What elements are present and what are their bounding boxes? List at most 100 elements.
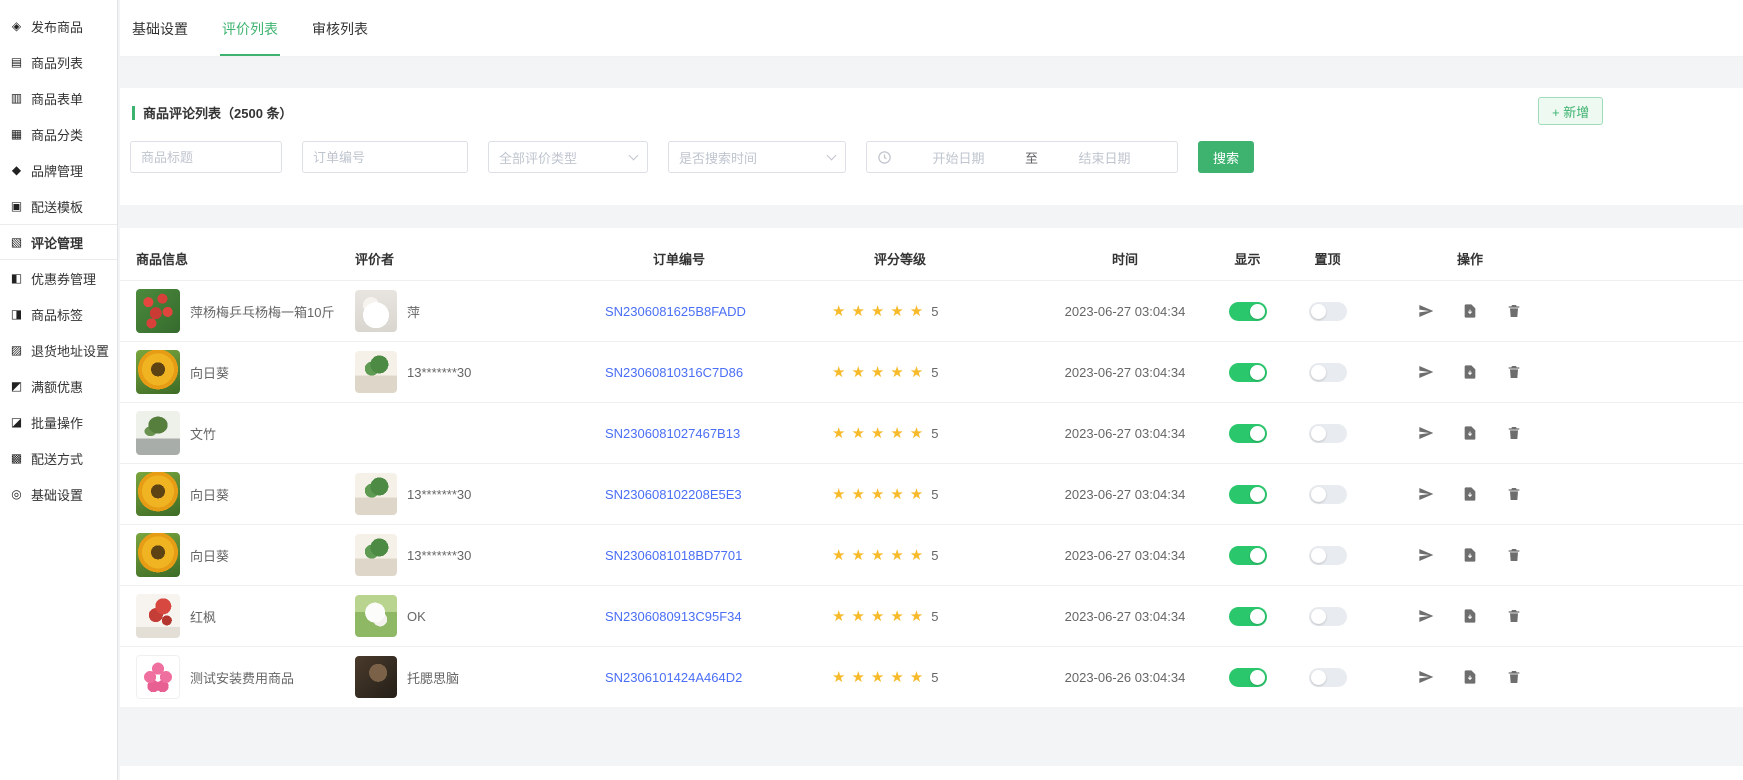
brand-icon: ◆ <box>9 163 24 177</box>
delete-icon[interactable] <box>1506 608 1522 624</box>
sidebar-item-0[interactable]: ◈ 发布商品 <box>0 8 117 44</box>
actions-cell <box>1370 608 1570 624</box>
rating-value: 5 <box>931 426 938 441</box>
delete-icon[interactable] <box>1506 425 1522 441</box>
pin-toggle[interactable] <box>1309 668 1347 687</box>
sidebar-item-3[interactable]: ▦ 商品分类 <box>0 116 117 152</box>
pin-toggle[interactable] <box>1309 424 1347 443</box>
sidebar-item-13[interactable]: ◎ 基础设置 <box>0 476 117 512</box>
show-toggle[interactable] <box>1229 607 1267 626</box>
save-file-icon[interactable] <box>1462 303 1478 319</box>
order-link[interactable]: SN2306081018BD7701 <box>605 548 742 563</box>
order-link[interactable]: SN2306081625B8FADD <box>605 304 746 319</box>
sidebar-item-label: 商品标签 <box>31 305 83 324</box>
show-toggle[interactable] <box>1229 363 1267 382</box>
reviewer-name: OK <box>407 609 426 624</box>
sidebar-item-12[interactable]: ▩ 配送方式 <box>0 440 117 476</box>
reviewer-name: 13*******30 <box>407 365 471 380</box>
time-search-value: 是否搜索时间 <box>679 148 757 167</box>
sidebar-item-11[interactable]: ◪ 批量操作 <box>0 404 117 440</box>
reply-icon[interactable] <box>1418 364 1434 380</box>
sidebar-item-4[interactable]: ◆ 品牌管理 <box>0 152 117 188</box>
add-button[interactable]: + 新增 <box>1538 97 1603 125</box>
reply-icon[interactable] <box>1418 303 1434 319</box>
show-toggle[interactable] <box>1229 546 1267 565</box>
sidebar-item-label: 商品表单 <box>31 89 83 108</box>
table-body: 萍杨梅乒乓杨梅一箱10斤 萍 SN2306081625B8FADD ★★★★★ … <box>120 280 1743 707</box>
order-link[interactable]: SN230608102208E5E3 <box>605 487 742 502</box>
order-cell: SN2306101424A464D2 <box>605 670 832 685</box>
show-toggle[interactable] <box>1229 424 1267 443</box>
product-form-icon: ▥ <box>9 91 24 105</box>
reply-icon[interactable] <box>1418 547 1434 563</box>
save-file-icon[interactable] <box>1462 547 1478 563</box>
delete-icon[interactable] <box>1506 486 1522 502</box>
show-toggle[interactable] <box>1229 485 1267 504</box>
actions-cell <box>1370 547 1570 563</box>
date-range-picker[interactable]: 开始日期 至 结束日期 <box>866 141 1178 173</box>
show-cell <box>1210 302 1285 321</box>
pin-toggle[interactable] <box>1309 546 1347 565</box>
save-file-icon[interactable] <box>1462 425 1478 441</box>
reply-icon[interactable] <box>1418 608 1434 624</box>
delete-icon[interactable] <box>1506 669 1522 685</box>
reply-icon[interactable] <box>1418 425 1434 441</box>
pin-toggle[interactable] <box>1309 607 1347 626</box>
sidebar-item-8[interactable]: ◨ 商品标签 <box>0 296 117 332</box>
delete-icon[interactable] <box>1506 547 1522 563</box>
save-file-icon[interactable] <box>1462 486 1478 502</box>
show-toggle[interactable] <box>1229 302 1267 321</box>
table-header: 商品信息 评价者 订单编号 评分等级 时间 显示 置顶 操作 <box>120 236 1743 280</box>
search-button[interactable]: 搜索 <box>1198 141 1254 173</box>
save-file-icon[interactable] <box>1462 364 1478 380</box>
show-toggle[interactable] <box>1229 668 1267 687</box>
tab-review-list[interactable]: 评价列表 <box>220 19 280 56</box>
sidebar: ◈ 发布商品 ▤ 商品列表 ▥ 商品表单 ▦ 商品分类 ◆ 品牌管理 ▣ 配送模… <box>0 0 118 780</box>
rating-cell: ★★★★★ 5 <box>832 485 1040 503</box>
reviewer-avatar <box>355 473 397 515</box>
reviewer-cell: 托腮思脑 <box>355 656 605 698</box>
sidebar-item-6[interactable]: ▧ 评论管理 <box>0 224 117 260</box>
title-accent-bar <box>132 106 135 120</box>
sidebar-item-1[interactable]: ▤ 商品列表 <box>0 44 117 80</box>
show-cell <box>1210 546 1285 565</box>
pin-toggle[interactable] <box>1309 363 1347 382</box>
order-link[interactable]: SN2306080913C95F34 <box>605 609 742 624</box>
time-cell: 2023-06-27 03:04:34 <box>1040 426 1210 441</box>
save-file-icon[interactable] <box>1462 669 1478 685</box>
sidebar-item-7[interactable]: ◧ 优惠券管理 <box>0 260 117 296</box>
order-link[interactable]: SN2306081027467B13 <box>605 426 740 441</box>
product-name: 向日葵 <box>190 546 229 565</box>
reply-icon[interactable] <box>1418 486 1434 502</box>
chevron-down-icon <box>827 150 837 160</box>
sidebar-item-10[interactable]: ◩ 满额优惠 <box>0 368 117 404</box>
sidebar-item-5[interactable]: ▣ 配送模板 <box>0 188 117 224</box>
product-title-input[interactable] <box>130 141 282 173</box>
pin-toggle[interactable] <box>1309 302 1347 321</box>
order-link[interactable]: SN23060810316C7D86 <box>605 365 743 380</box>
reply-icon[interactable] <box>1418 669 1434 685</box>
order-link[interactable]: SN2306101424A464D2 <box>605 670 742 685</box>
pin-cell <box>1285 363 1370 382</box>
sidebar-item-label: 满额优惠 <box>31 377 83 396</box>
sidebar-item-label: 评论管理 <box>31 233 83 252</box>
coupon-icon: ◧ <box>9 271 24 285</box>
order-cell: SN2306081018BD7701 <box>605 548 832 563</box>
tab-audit-list[interactable]: 审核列表 <box>310 19 370 56</box>
time-search-select[interactable]: 是否搜索时间 <box>668 141 846 173</box>
pin-toggle[interactable] <box>1309 485 1347 504</box>
product-name: 文竹 <box>190 424 216 443</box>
tab-basic-settings[interactable]: 基础设置 <box>130 19 190 56</box>
product-name: 测试安装费用商品 <box>190 668 294 687</box>
product-image <box>136 655 180 699</box>
order-no-input[interactable] <box>302 141 468 173</box>
review-type-select[interactable]: 全部评价类型 <box>488 141 648 173</box>
sidebar-item-2[interactable]: ▥ 商品表单 <box>0 80 117 116</box>
delete-icon[interactable] <box>1506 364 1522 380</box>
category-icon: ▦ <box>9 127 24 141</box>
save-file-icon[interactable] <box>1462 608 1478 624</box>
sidebar-item-9[interactable]: ▨ 退货地址设置 <box>0 332 117 368</box>
delete-icon[interactable] <box>1506 303 1522 319</box>
product-image <box>136 594 180 638</box>
rating-value: 5 <box>931 548 938 563</box>
